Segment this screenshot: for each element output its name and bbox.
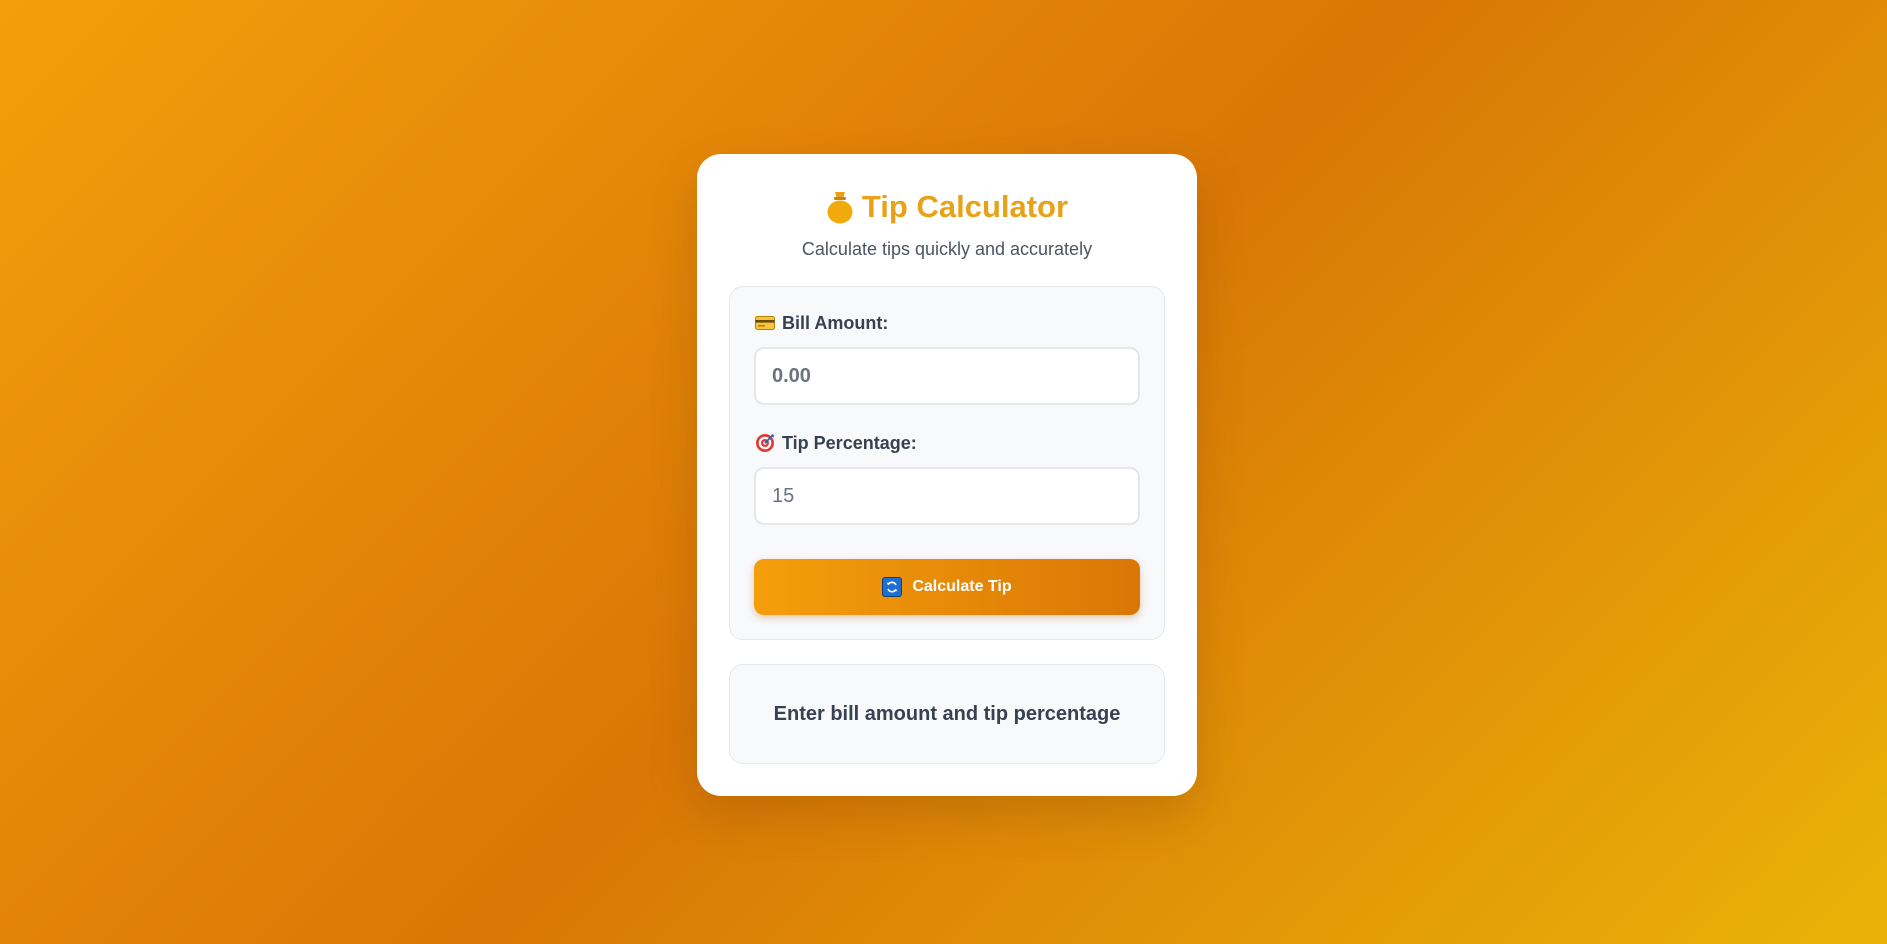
page-title: Tip Calculator [729,186,1165,228]
bill-amount-label: Bill Amount: [755,311,888,335]
result-panel: Enter bill amount and tip percentage [729,664,1165,764]
target-icon [755,433,775,453]
bill-amount-input[interactable] [754,347,1140,405]
tip-percentage-label-text: Tip Percentage: [782,433,917,453]
result-message: Enter bill amount and tip percentage [773,702,1121,725]
calculate-tip-button[interactable]: Calculate Tip [754,559,1140,615]
calculator-form: Bill Amount: Tip Percentage: [729,286,1165,640]
calculate-tip-button-label: Calculate Tip [912,578,1012,595]
subtitle: Calculate tips quickly and accurately [801,239,1093,259]
money-bag-icon [826,190,854,224]
tip-percentage-input[interactable] [754,467,1140,525]
tip-calculator-card: Tip Calculator Calculate tips quickly an… [697,154,1197,796]
bill-amount-label-text: Bill Amount: [782,313,889,333]
tip-percentage-label: Tip Percentage: [755,431,917,455]
credit-card-icon [755,315,775,331]
title-text: Tip Calculator [861,189,1069,224]
refresh-icon [882,577,903,597]
header: Tip Calculator Calculate tips quickly an… [729,186,1165,261]
